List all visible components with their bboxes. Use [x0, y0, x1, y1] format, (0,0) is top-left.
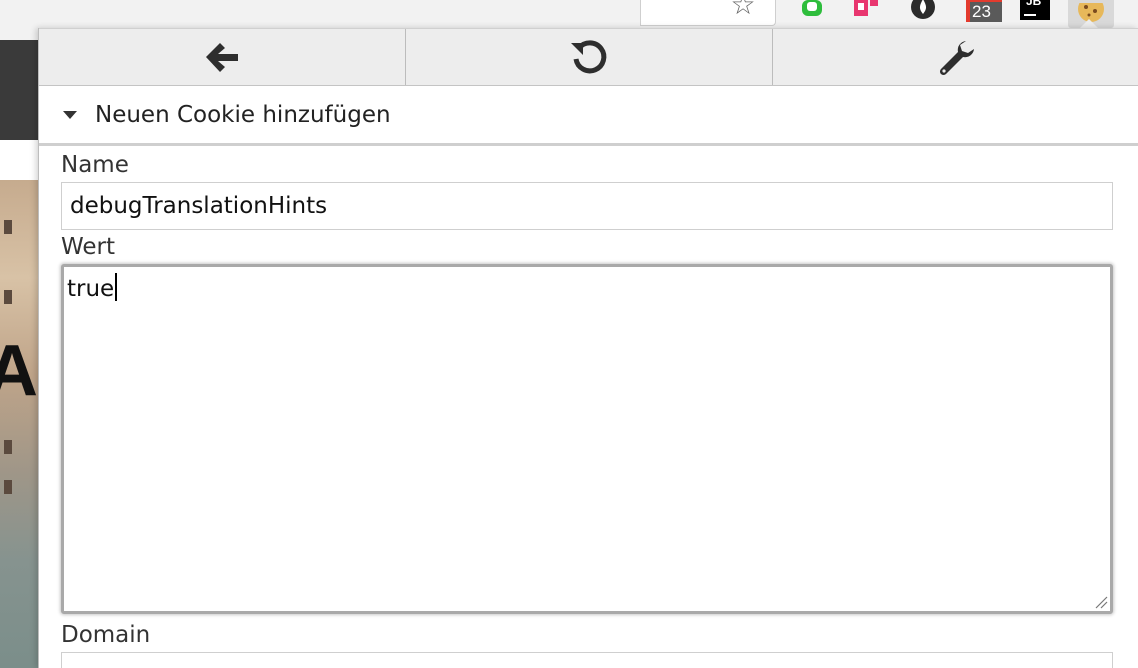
caret-down-icon [63, 110, 77, 119]
screen: ☆ 23 JB A Neuen Cookie hinzufügen Name d… [0, 0, 1138, 668]
domain-label: Domain [61, 622, 151, 648]
cookie-editor-popup: Neuen Cookie hinzufügen Name debugTransl… [38, 28, 1138, 668]
flame-extension-icon[interactable] [908, 0, 938, 20]
browser-toolbar: ☆ 23 JB [0, 0, 1138, 30]
photo-detail [4, 480, 12, 494]
photo-detail [4, 440, 12, 454]
text-cursor [115, 273, 118, 301]
calendar-badge: 23 [972, 2, 991, 21]
jetbrains-label: JB [1026, 0, 1042, 8]
section-title: Neuen Cookie hinzufügen [95, 101, 391, 128]
jetbrains-extension-icon[interactable]: JB [1020, 0, 1050, 20]
calendar-extension-icon[interactable]: 23 [964, 0, 1008, 22]
value-content: true [67, 276, 115, 302]
name-input[interactable]: debugTranslationHints [61, 182, 1113, 230]
background-header [0, 40, 40, 140]
refresh-icon [571, 40, 607, 74]
bookmark-star-icon[interactable]: ☆ [728, 0, 758, 21]
photo-detail [4, 220, 12, 234]
add-cookie-section-header[interactable]: Neuen Cookie hinzufügen [39, 86, 1138, 146]
background-webpage: A [0, 30, 40, 668]
background-photo [0, 180, 40, 668]
value-label: Wert [61, 234, 116, 260]
popup-nav [39, 28, 1138, 86]
settings-button[interactable] [773, 29, 1138, 85]
domain-input[interactable] [61, 652, 1113, 668]
add-cookie-form: Name debugTranslationHints Wert true Dom… [61, 148, 1113, 668]
back-button[interactable] [39, 29, 406, 85]
green-extension-icon[interactable] [797, 0, 827, 20]
wrench-icon [939, 41, 974, 76]
background-letter-graphic: A [0, 331, 38, 411]
name-label: Name [61, 152, 129, 178]
arrow-left-icon [206, 43, 238, 72]
value-text: true [64, 267, 1110, 611]
refresh-button[interactable] [406, 29, 773, 85]
value-textarea[interactable]: true [61, 264, 1113, 614]
photo-detail [4, 290, 12, 304]
background-strip [0, 140, 40, 180]
pink-extension-icon[interactable] [852, 0, 882, 20]
resize-grip-icon[interactable] [1094, 595, 1108, 609]
